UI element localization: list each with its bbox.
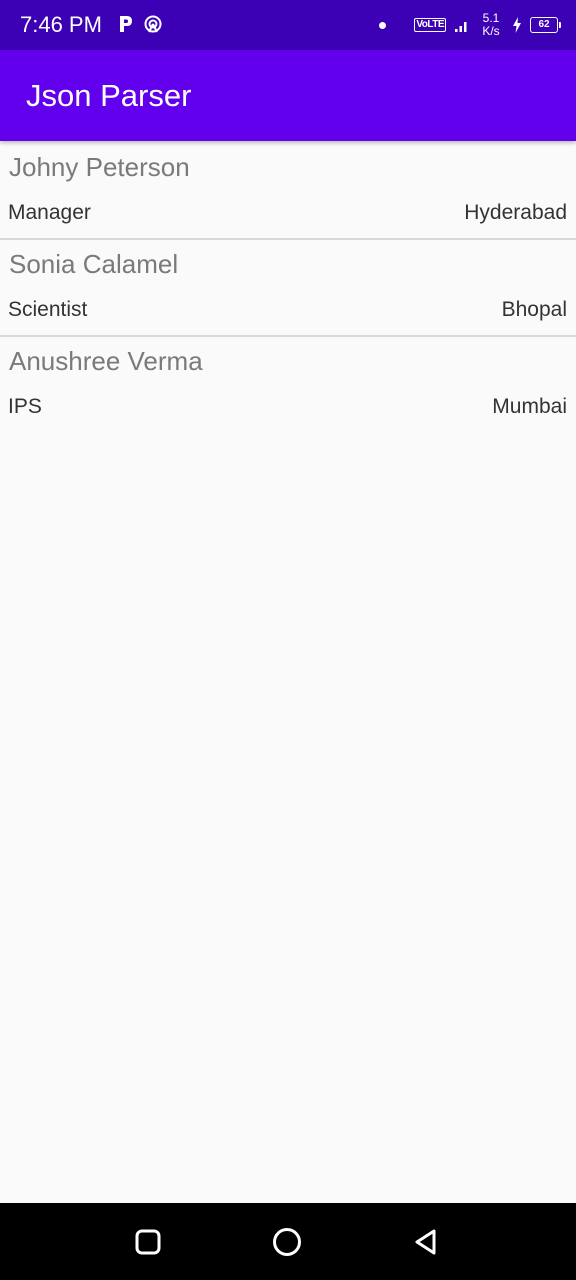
- speed-unit: K/s: [482, 24, 500, 38]
- employee-list: Johny Peterson Manager Hyderabad Sonia C…: [0, 143, 576, 432]
- volte-badge: VoLTE: [414, 18, 446, 32]
- notification-dot-icon: [379, 21, 387, 29]
- list-item[interactable]: Sonia Calamel Scientist Bhopal: [0, 240, 576, 337]
- network-speed: 5.1 K/s: [478, 12, 504, 38]
- back-button[interactable]: [411, 1227, 441, 1257]
- employee-city: Mumbai: [492, 395, 567, 418]
- employee-role: Manager: [8, 201, 91, 224]
- paytm-p-icon: [120, 16, 132, 32]
- employee-name: Johny Peterson: [9, 152, 190, 182]
- home-circle-icon: [273, 1228, 301, 1256]
- recents-button[interactable]: [133, 1227, 163, 1257]
- employee-role: Scientist: [8, 298, 88, 321]
- back-triangle-icon: [415, 1229, 436, 1255]
- app-bar: Json Parser: [0, 50, 576, 141]
- status-indicators: VoLTE 5.1 K/s 62: [379, 10, 561, 40]
- hotspot-icon: [144, 15, 162, 33]
- signal-icon: [455, 22, 467, 32]
- employee-name: Sonia Calamel: [9, 249, 179, 279]
- employee-role: IPS: [8, 395, 42, 418]
- employee-city: Hyderabad: [464, 201, 567, 224]
- navigation-bar: [0, 1203, 576, 1280]
- notification-icons: [117, 14, 163, 34]
- status-bar: 7:46 PM VoLTE 5.1 K/s 62: [0, 0, 576, 50]
- list-item[interactable]: Johny Peterson Manager Hyderabad: [0, 143, 576, 240]
- home-button[interactable]: [272, 1227, 302, 1257]
- employee-city: Bhopal: [501, 298, 567, 321]
- recents-square-icon: [135, 1229, 161, 1255]
- battery-icon: 62: [530, 17, 561, 33]
- employee-name: Anushree Verma: [9, 346, 203, 376]
- app-title: Json Parser: [26, 78, 192, 113]
- status-time: 7:46 PM: [20, 12, 102, 37]
- charging-bolt-icon: [513, 17, 521, 33]
- list-item[interactable]: Anushree Verma IPS Mumbai: [0, 337, 576, 432]
